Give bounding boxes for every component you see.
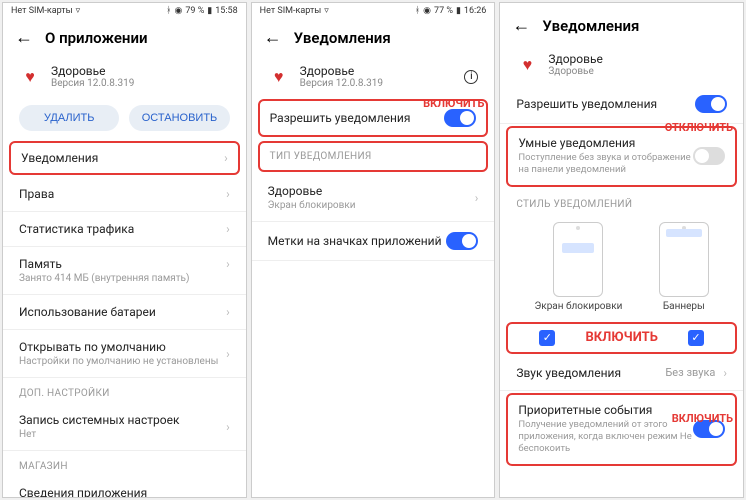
phone-screen-2: Нет SIM-карты ▿ ᚼ◉77 %▮16:26 ← Уведомлен… [251,2,496,498]
section-store: МАГАЗИН [3,451,246,476]
heart-icon: ♥ [19,66,41,88]
section-style: СТИЛЬ УВЕДОМЛЕНИЙ [500,189,743,214]
header: ← О приложении [3,19,246,56]
row-badges[interactable]: Метки на значках приложений [252,222,495,261]
chevron-right-icon: › [224,151,228,165]
status-bar: Нет SIM-карты ▿ ᚼ◉79 %▮15:58 [3,3,246,19]
app-info-row: ♥ Здоровье Здоровье [500,44,743,85]
annotation-enable: ВКЛЮЧИТЬ [423,97,484,110]
app-info-row: ♥ Здоровье Версия 12.0.8.319 [3,56,246,97]
row-traffic[interactable]: Статистика трафика › [3,212,246,247]
signal-icon: ◉ [174,6,182,16]
toggle-allow[interactable] [695,95,727,113]
row-smart-notifications[interactable]: Умные уведомления Поступление без звука … [508,128,735,185]
annotation-enable-center: ВКЛЮЧИТЬ [585,330,657,345]
notification-style-row: Экран блокировки Баннеры [500,214,743,320]
checkbox-lock[interactable]: ✓ [539,330,555,346]
row-syslog[interactable]: Запись системных настроек Нет › [3,403,246,451]
header: ← Уведомления [252,19,495,56]
row-priority[interactable]: Приоритетные события Получение уведомлен… [508,395,735,464]
annotation-disable: ОТКЛЮЧИТЬ [665,121,733,134]
toggle-badges[interactable] [446,232,478,250]
page-title: Уведомления [294,29,391,47]
wifi-icon: ▿ [76,6,81,16]
back-arrow-icon[interactable]: ← [512,15,530,36]
highlight-type-section: ТИП УВЕДОМЛЕНИЯ [258,141,489,172]
row-default[interactable]: Открывать по умолчанию Настройки по умол… [3,330,246,378]
delete-button[interactable]: УДАЛИТЬ [19,105,119,131]
highlight-notifications: Уведомления › [9,141,240,175]
lock-preview-icon [553,222,603,297]
battery-icon: ▮ [207,6,212,16]
chevron-right-icon: › [226,257,230,271]
chevron-right-icon: › [226,347,230,361]
chevron-right-icon: › [226,222,230,236]
phone-screen-1: Нет SIM-карты ▿ ᚼ◉79 %▮15:58 ← О приложе… [2,2,247,498]
row-sound[interactable]: Звук уведомления Без звука › [500,356,743,391]
toggle-smart[interactable] [693,147,725,165]
annotation-enable-bottom: ВКЛЮЧИТЬ [672,412,733,425]
row-notifications[interactable]: Уведомления › [11,143,238,173]
row-battery[interactable]: Использование батареи › [3,295,246,330]
row-store-info[interactable]: Сведения приложения Установлено из: Play… [3,476,246,497]
chevron-right-icon: › [226,187,230,201]
phone-screen-3: ← Уведомления ♥ Здоровье Здоровье Разреш… [499,2,744,498]
highlight-priority: Приоритетные события Получение уведомлен… [506,393,737,466]
section-extra: ДОП. НАСТРОЙКИ [3,378,246,403]
signal-icon: ◉ [423,6,431,16]
style-banner-option[interactable]: Баннеры [659,222,709,312]
stop-button[interactable]: ОСТАНОВИТЬ [129,105,229,131]
chevron-right-icon: › [226,420,230,434]
style-lock-option[interactable]: Экран блокировки [535,222,623,312]
page-title: О приложении [45,29,148,47]
back-arrow-icon[interactable]: ← [264,27,282,48]
battery-icon: ▮ [456,6,461,16]
row-health[interactable]: Здоровье Экран блокировки › [252,174,495,222]
chevron-right-icon: › [226,493,230,498]
page-title: Уведомления [542,17,639,35]
wifi-icon: ▿ [324,6,329,16]
bluetooth-icon: ᚼ [415,6,420,16]
heart-icon: ♥ [516,54,538,76]
row-memory[interactable]: Память Занято 414 МБ (внутренняя память)… [3,247,246,295]
back-arrow-icon[interactable]: ← [15,27,33,48]
heart-icon: ♥ [268,66,290,88]
checkbox-banner[interactable]: ✓ [688,330,704,346]
bluetooth-icon: ᚼ [166,6,171,16]
chevron-right-icon: › [723,366,727,380]
app-info-row: ♥ Здоровье Версия 12.0.8.319 i [252,56,495,97]
chevron-right-icon: › [226,305,230,319]
section-type: ТИП УВЕДОМЛЕНИЯ [260,147,487,166]
header: ← Уведомления [500,3,743,44]
info-icon[interactable]: i [464,70,478,84]
chevron-right-icon: › [475,191,479,205]
banner-preview-icon [659,222,709,297]
highlight-checkboxes: ✓ ВКЛЮЧИТЬ ✓ [506,322,737,354]
highlight-smart: Умные уведомления Поступление без звука … [506,126,737,187]
toggle-allow[interactable] [444,109,476,127]
row-allow-notifications[interactable]: Разрешить уведомления [500,85,743,124]
status-bar: Нет SIM-карты ▿ ᚼ◉77 %▮16:26 [252,3,495,19]
row-permissions[interactable]: Права › [3,177,246,212]
